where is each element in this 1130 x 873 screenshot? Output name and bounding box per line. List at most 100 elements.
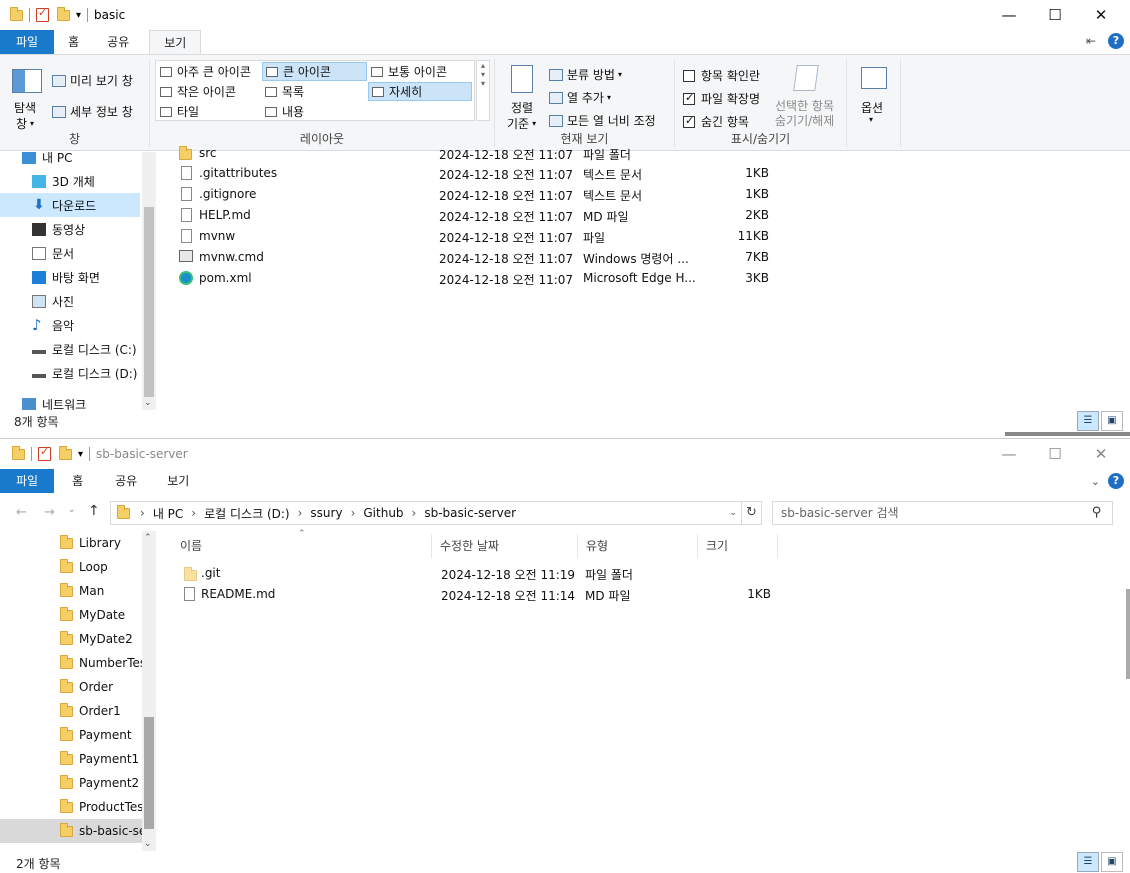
layout-tiles[interactable]: 타일 [157, 102, 261, 121]
layout-details[interactable]: 자세히 [368, 82, 472, 101]
preview-pane-button[interactable]: 미리 보기 창 [52, 72, 133, 89]
breadcrumb-ssury[interactable]: ssury [310, 506, 342, 520]
nav-folder[interactable]: NumberTest [60, 651, 142, 675]
customize-toolbar-icon[interactable]: ▾ [78, 449, 83, 460]
customize-toolbar-icon[interactable]: ▾ [76, 10, 81, 21]
file-row[interactable]: pom.xml 2024-12-18 오전 11:07 Microsoft Ed… [157, 268, 777, 289]
file-row[interactable]: README.md 2024-12-18 오전 11:14 MD 파일 1KB [157, 584, 777, 605]
nav-folder-selected[interactable]: sb-basic-server [0, 819, 142, 843]
nav-item-documents[interactable]: 문서 [32, 241, 140, 265]
nav-folder[interactable]: ProductTest [60, 795, 142, 819]
nav-folder[interactable]: Man [60, 579, 142, 603]
tab-view[interactable]: 보기 [149, 30, 202, 54]
details-view-icon[interactable]: ☰ [1077, 852, 1099, 872]
options-button[interactable]: 옵션 [861, 99, 883, 116]
nav-folder[interactable]: MyDate2 [60, 627, 142, 651]
nav-item-videos[interactable]: 동영상 [32, 217, 140, 241]
new-folder-icon[interactable] [59, 445, 72, 460]
scroll-down-icon[interactable]: ⌄ [144, 839, 152, 849]
file-row[interactable]: .gitignore 2024-12-18 오전 11:07 텍스트 문서 1K… [157, 184, 777, 205]
nav-folder[interactable]: Payment2 [60, 771, 142, 795]
nav-item-3d-objects[interactable]: 3D 개체 [32, 169, 140, 193]
navigation-pane-button[interactable]: 탐색 [14, 99, 36, 116]
chevron-right-icon[interactable]: › [351, 506, 356, 520]
expand-ribbon-icon[interactable]: ⌄ [1091, 475, 1100, 488]
details-pane-button[interactable]: 세부 정보 창 [52, 103, 133, 120]
nav-item-music[interactable]: ♪ 음악 [32, 313, 140, 337]
breadcrumb-sb-basic-server[interactable]: sb-basic-server [424, 506, 516, 520]
maximize-button[interactable]: ☐ [1032, 439, 1078, 469]
forward-icon[interactable]: → [44, 505, 55, 520]
close-button[interactable]: ✕ [1078, 0, 1124, 30]
layout-small-icons[interactable]: 작은 아이콘 [157, 82, 261, 101]
nav-folder[interactable]: MyDate [60, 603, 142, 627]
tab-view[interactable]: 보기 [151, 469, 205, 493]
tab-file[interactable]: 파일 [0, 469, 55, 493]
properties-icon[interactable] [38, 445, 51, 461]
file-row[interactable]: .gitattributes 2024-12-18 오전 11:07 텍스트 문… [157, 163, 777, 184]
column-header-type[interactable]: 유형 [578, 534, 698, 558]
details-view-icon[interactable]: ☰ [1077, 411, 1099, 431]
hidden-items-toggle[interactable]: 숨긴 항목 [683, 113, 749, 130]
tab-file[interactable]: 파일 [0, 30, 55, 54]
nav-folder[interactable]: Order1 [60, 699, 142, 723]
pin-ribbon-icon[interactable]: ⇤ [1086, 34, 1096, 48]
help-icon[interactable]: ? [1108, 33, 1124, 49]
chevron-right-icon[interactable]: › [298, 506, 303, 520]
nav-item-network[interactable]: 네트워크 [22, 392, 140, 410]
layout-list[interactable]: 목록 [262, 82, 367, 101]
large-icons-view-icon[interactable]: ▣ [1101, 411, 1123, 431]
layout-content[interactable]: 내용 [262, 102, 367, 121]
nav-scrollbar[interactable]: ⌄ [142, 152, 156, 410]
breadcrumb-github[interactable]: Github [363, 506, 403, 520]
file-row[interactable]: mvnw 2024-12-18 오전 11:07 파일 11KB [157, 226, 777, 247]
layout-gallery-scroll[interactable]: ▴ ▾ ▾ [476, 60, 490, 121]
tab-share[interactable]: 공유 [93, 30, 143, 54]
options-dropdown-icon[interactable]: ▾ [869, 115, 873, 124]
maximize-button[interactable]: ☐ [1032, 0, 1078, 30]
file-row[interactable]: src 2024-12-18 오전 11:07 파일 폴더 [157, 143, 777, 164]
properties-icon[interactable] [36, 6, 49, 22]
nav-folder[interactable]: Payment1 [60, 747, 142, 771]
column-header-date[interactable]: 수정한 날짜 [432, 534, 578, 558]
new-folder-icon[interactable] [57, 6, 70, 21]
tab-home[interactable]: 홈 [54, 30, 93, 54]
minimize-button[interactable]: — [986, 439, 1032, 469]
tab-home[interactable]: 홈 [54, 469, 101, 493]
add-columns-button[interactable]: 열 추가 ▾ [549, 89, 611, 106]
address-bar[interactable]: › 내 PC › 로컬 디스크 (D:) › ssury › Github › … [110, 501, 762, 525]
nav-item-drive-c[interactable]: 로컬 디스크 (C:) [32, 337, 140, 361]
scrollbar-thumb[interactable] [144, 207, 154, 397]
close-button[interactable]: ✕ [1078, 439, 1124, 469]
scroll-down-icon[interactable]: ⌄ [144, 398, 152, 408]
layout-large-icons[interactable]: 큰 아이콘 [262, 62, 367, 81]
nav-folder[interactable]: Order [60, 675, 142, 699]
back-icon[interactable]: ← [16, 505, 27, 520]
recent-locations-icon[interactable]: ⌄ [68, 505, 76, 515]
search-input[interactable]: sb-basic-server 검색 [772, 501, 1113, 525]
size-columns-button[interactable]: 모든 열 너비 조정 [549, 112, 656, 129]
layout-medium-icons[interactable]: 보통 아이콘 [368, 62, 472, 81]
scroll-up-icon[interactable]: ⌃ [144, 533, 152, 543]
nav-folder[interactable]: Library [60, 531, 142, 555]
layout-extra-large-icons[interactable]: 아주 큰 아이콘 [157, 62, 261, 81]
file-row[interactable]: mvnw.cmd 2024-12-18 오전 11:07 Windows 명령어… [157, 247, 777, 268]
chevron-right-icon[interactable]: › [140, 506, 145, 520]
scrollbar-thumb[interactable] [144, 717, 154, 829]
nav-item-this-pc[interactable]: 내 PC [22, 152, 140, 169]
help-icon[interactable]: ? [1108, 473, 1124, 489]
chevron-right-icon[interactable]: › [412, 506, 417, 520]
file-row[interactable]: HELP.md 2024-12-18 오전 11:07 MD 파일 2KB [157, 205, 777, 226]
breadcrumb-this-pc[interactable]: 내 PC [153, 505, 183, 522]
tab-share[interactable]: 공유 [101, 469, 151, 493]
address-dropdown-icon[interactable]: ⌄ [729, 508, 737, 518]
group-by-button[interactable]: 분류 방법 ▾ [549, 66, 622, 83]
refresh-icon[interactable]: ↻ [741, 502, 761, 524]
large-icons-view-icon[interactable]: ▣ [1101, 852, 1123, 872]
column-header-name[interactable]: 이름 [172, 534, 432, 558]
nav-item-downloads[interactable]: ⬇ 다운로드 [0, 193, 140, 217]
chevron-right-icon[interactable]: › [191, 506, 196, 520]
nav-item-pictures[interactable]: 사진 [32, 289, 140, 313]
file-extensions-toggle[interactable]: 파일 확장명 [683, 90, 760, 107]
item-checkboxes-toggle[interactable]: 항목 확인란 [683, 67, 760, 84]
